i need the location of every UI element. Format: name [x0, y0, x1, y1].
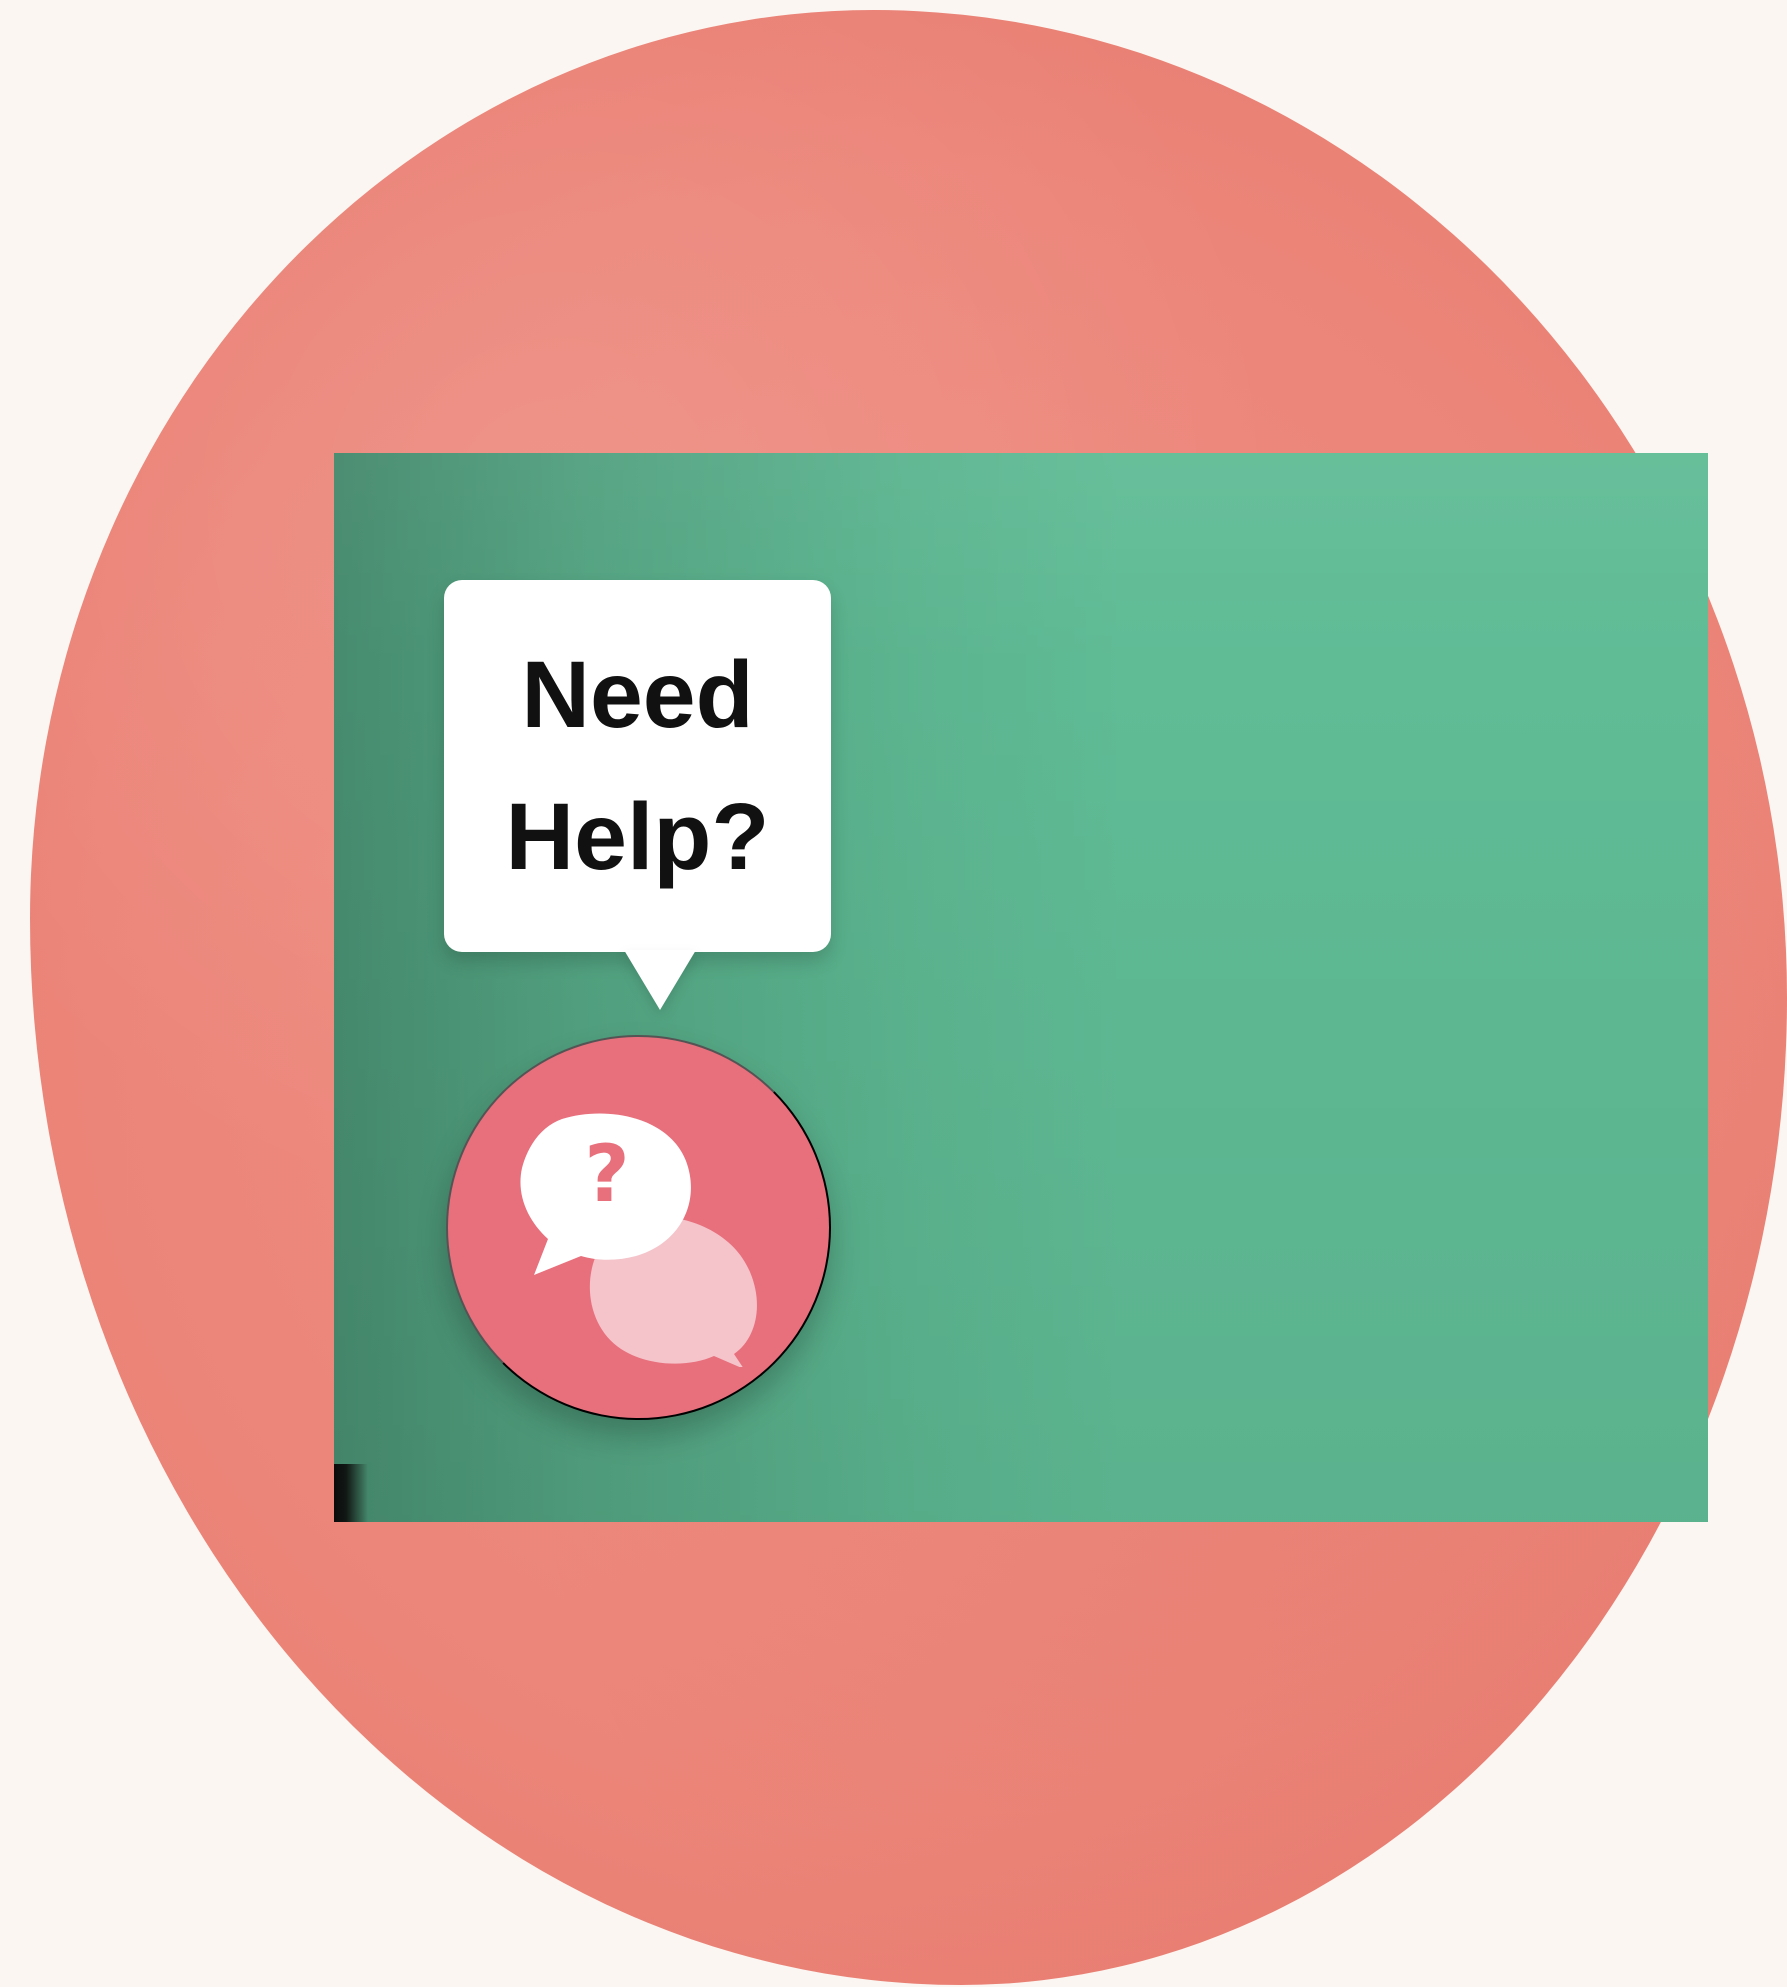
need-help-tooltip: Need Help? — [444, 580, 831, 952]
speech-bubbles-question-icon: ? — [520, 1113, 757, 1367]
need-help-text: Need Help? — [505, 642, 770, 890]
svg-text:?: ? — [584, 1130, 629, 1220]
help-button[interactable]: ? — [446, 1035, 831, 1420]
